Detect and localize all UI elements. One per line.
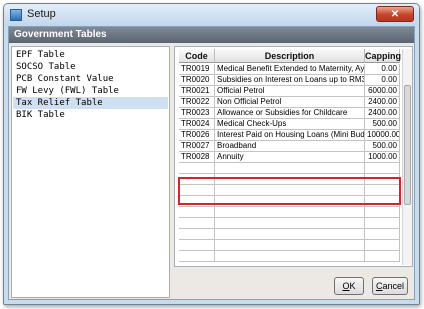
code-cell[interactable] — [179, 207, 215, 218]
cancel-label-rest: ancel — [382, 281, 404, 291]
description-cell[interactable]: Subsidies on Interest on Loans up to RM3 — [215, 75, 365, 86]
code-cell[interactable] — [179, 218, 215, 229]
code-cell[interactable] — [179, 240, 215, 251]
capping-cell[interactable]: 0.00 — [365, 64, 400, 75]
description-cell[interactable] — [215, 229, 365, 240]
code-cell[interactable] — [179, 251, 215, 262]
table-row[interactable]: TR0021 Official Petrol 6000.00 — [175, 86, 400, 97]
column-header-code[interactable]: Code — [179, 49, 215, 63]
vertical-scrollbar[interactable] — [402, 49, 412, 265]
capping-cell[interactable] — [365, 229, 400, 240]
code-cell[interactable]: TR0020 — [179, 75, 215, 86]
description-cell[interactable] — [215, 240, 365, 251]
title-bar[interactable]: Setup ✕ — [4, 4, 419, 26]
close-button[interactable]: ✕ — [376, 6, 414, 22]
description-cell[interactable] — [215, 251, 365, 262]
code-cell[interactable]: TR0019 — [179, 64, 215, 75]
table-row[interactable] — [175, 240, 400, 251]
dialog-body: Government Tables EPF Table SOCSO Table … — [8, 26, 415, 300]
description-cell[interactable]: Annuity — [215, 152, 365, 163]
description-cell[interactable] — [215, 207, 365, 218]
capping-cell[interactable]: 2400.00 — [365, 97, 400, 108]
table-row[interactable]: TR0028 Annuity 1000.00 — [175, 152, 400, 163]
table-row[interactable] — [175, 218, 400, 229]
description-cell[interactable] — [215, 163, 365, 174]
table-list-item-socso[interactable]: SOCSO Table — [13, 61, 168, 73]
table-list: EPF Table SOCSO Table PCB Constant Value… — [11, 46, 170, 298]
capping-cell[interactable]: 6000.00 — [365, 86, 400, 97]
ok-mnemonic: O — [342, 281, 350, 291]
table-list-item-tax-relief[interactable]: Tax Relief Table — [13, 97, 168, 109]
column-header-capping[interactable]: Capping — [365, 49, 401, 63]
capping-cell[interactable] — [365, 163, 400, 174]
table-row[interactable]: TR0027 Broadband 500.00 — [175, 141, 400, 152]
capping-cell[interactable] — [365, 207, 400, 218]
description-cell[interactable]: Broadband — [215, 141, 365, 152]
capping-cell[interactable]: 10000.00 — [365, 130, 400, 141]
ok-label-rest: K — [349, 281, 356, 291]
code-cell[interactable]: TR0026 — [179, 130, 215, 141]
capping-cell[interactable] — [365, 251, 400, 262]
description-cell[interactable] — [215, 218, 365, 229]
code-cell[interactable]: TR0022 — [179, 97, 215, 108]
table-list-item-pcb[interactable]: PCB Constant Value — [13, 73, 168, 85]
table-row[interactable]: TR0022 Non Official Petrol 2400.00 — [175, 97, 400, 108]
table-row[interactable] — [175, 251, 400, 262]
description-cell[interactable]: Allowance or Subsidies for Childcare — [215, 108, 365, 119]
table-row[interactable]: TR0023 Allowance or Subsidies for Childca… — [175, 108, 400, 119]
table-row[interactable] — [175, 229, 400, 240]
description-cell[interactable]: Non Official Petrol — [215, 97, 365, 108]
tax-relief-grid: Code Description Capping TR0019 Medical B… — [174, 46, 413, 267]
description-cell[interactable]: Official Petrol — [215, 86, 365, 97]
table-list-item-epf[interactable]: EPF Table — [13, 49, 168, 61]
code-cell[interactable]: TR0024 — [179, 119, 215, 130]
code-cell[interactable]: TR0027 — [179, 141, 215, 152]
description-cell[interactable]: Interest Paid on Housing Loans (Mini Bud — [215, 130, 365, 141]
capping-cell[interactable]: 0.00 — [365, 75, 400, 86]
capping-cell[interactable]: 2400.00 — [365, 108, 400, 119]
description-cell[interactable]: Medical Check-Ups — [215, 119, 365, 130]
capping-cell[interactable]: 500.00 — [365, 119, 400, 130]
panel-header: Government Tables — [9, 27, 414, 43]
table-row[interactable]: TR0019 Medical Benefit Extended to Matern… — [175, 64, 400, 75]
scrollbar-thumb[interactable] — [404, 85, 411, 205]
code-cell[interactable] — [179, 163, 215, 174]
code-cell[interactable] — [179, 229, 215, 240]
code-cell[interactable]: TR0028 — [179, 152, 215, 163]
ok-button[interactable]: OK — [334, 277, 364, 295]
column-header-description[interactable]: Description — [215, 49, 365, 63]
table-row[interactable] — [175, 163, 400, 174]
code-cell[interactable]: TR0023 — [179, 108, 215, 119]
table-row[interactable] — [175, 207, 400, 218]
capping-cell[interactable] — [365, 240, 400, 251]
capping-cell[interactable]: 500.00 — [365, 141, 400, 152]
table-list-item-fw-levy[interactable]: FW Levy (FWL) Table — [13, 85, 168, 97]
cancel-button[interactable]: Cancel — [372, 277, 408, 295]
table-list-item-bik[interactable]: BIK Table — [13, 109, 168, 121]
table-row[interactable]: TR0026 Interest Paid on Housing Loans (Mi… — [175, 130, 400, 141]
setup-app-icon — [10, 9, 22, 21]
table-row[interactable]: TR0024 Medical Check-Ups 500.00 — [175, 119, 400, 130]
window-title: Setup — [27, 8, 56, 20]
table-row[interactable]: TR0020 Subsidies on Interest on Loans up … — [175, 75, 400, 86]
code-cell[interactable]: TR0021 — [179, 86, 215, 97]
setup-window: Setup ✕ Government Tables EPF Table SOCS… — [3, 3, 420, 305]
capping-cell[interactable] — [365, 218, 400, 229]
capping-cell[interactable]: 1000.00 — [365, 152, 400, 163]
highlight-box — [178, 177, 401, 205]
description-cell[interactable]: Medical Benefit Extended to Maternity, A… — [215, 64, 365, 75]
